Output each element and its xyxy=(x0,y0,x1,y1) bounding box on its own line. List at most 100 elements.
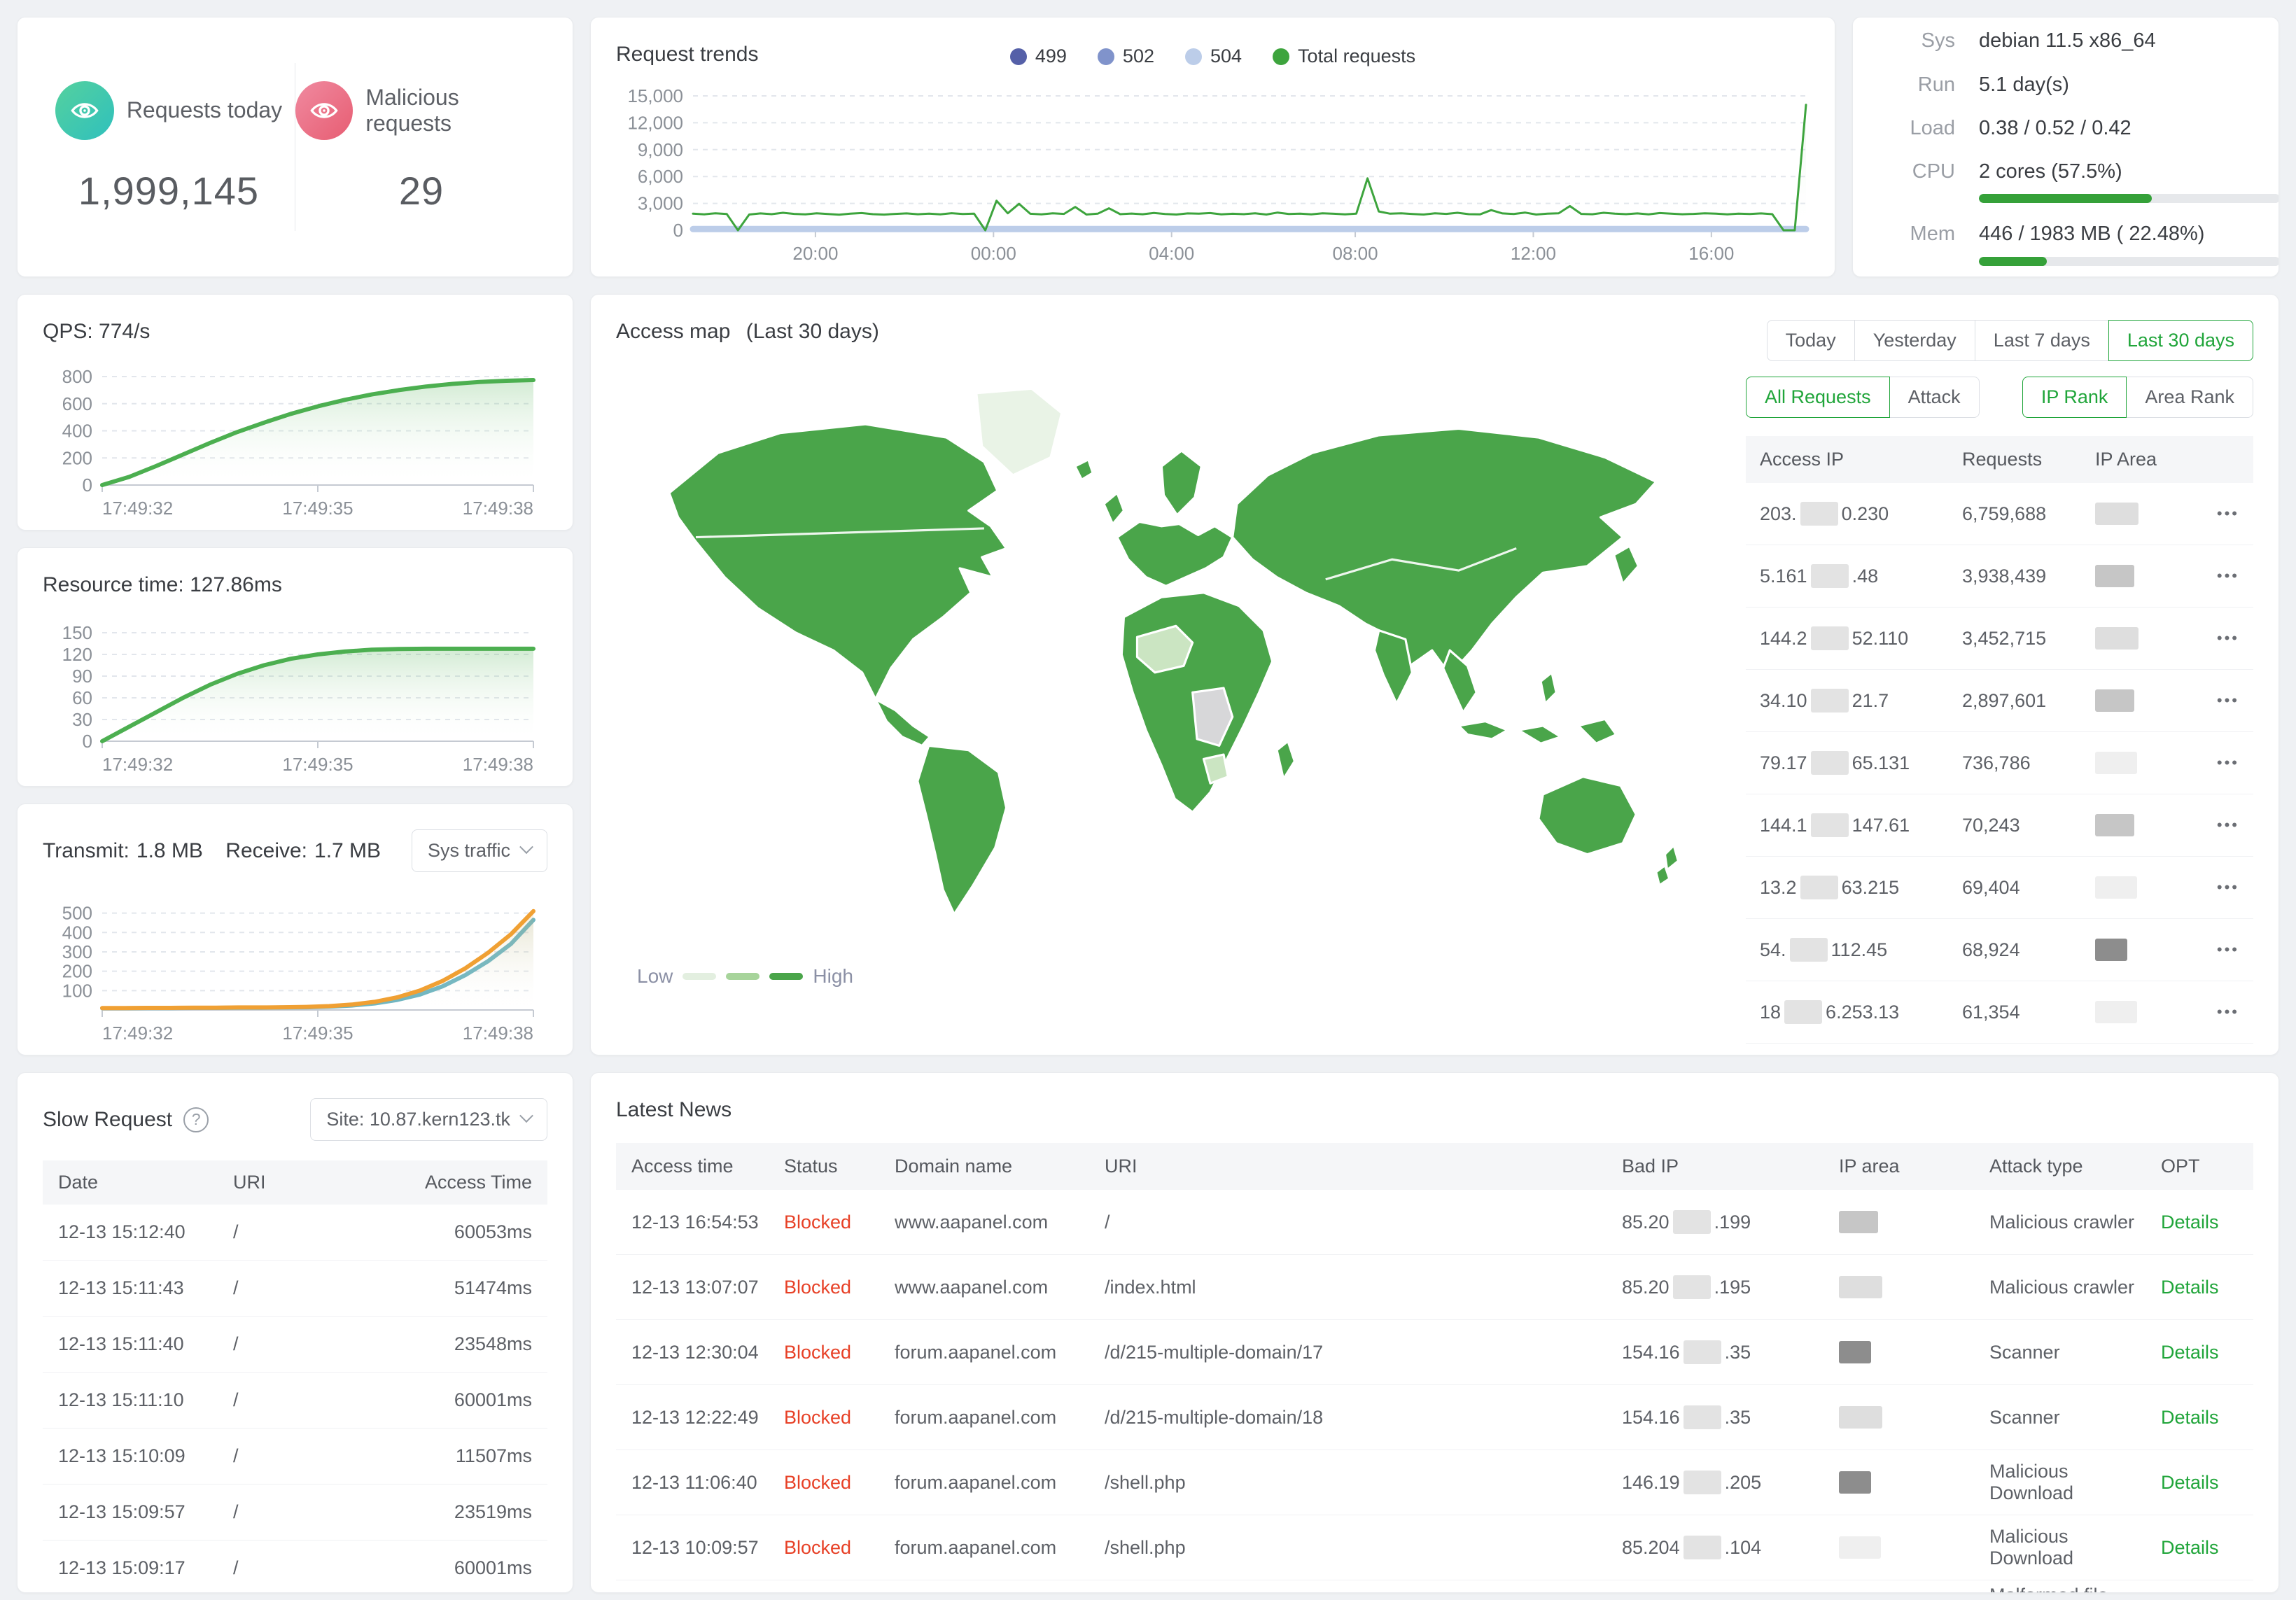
status-badge: Blocked xyxy=(784,1277,888,1298)
sysinfo-label: Sys xyxy=(1878,28,1955,53)
more-menu-icon[interactable]: ••• xyxy=(2193,1003,2239,1021)
tab-last-30-days[interactable]: Last 30 days xyxy=(2108,320,2253,361)
malicious-requests-stat: Malicious requests 29 xyxy=(295,81,547,213)
latest-news-table: Access timeStatusDomain nameURIBad IPIP … xyxy=(616,1143,2253,1593)
site-dropdown[interactable]: Site: 10.87.kern123.tk xyxy=(310,1098,547,1141)
request-count: 6,759,688 xyxy=(1962,503,2095,525)
legend-label: 502 xyxy=(1123,45,1154,67)
svg-text:300: 300 xyxy=(62,941,92,962)
table-row: 144.252.1103,452,715••• xyxy=(1746,608,2253,670)
status-badge: Blocked xyxy=(784,1472,888,1494)
details-link[interactable]: Details xyxy=(2161,1537,2238,1559)
news-time: 12-13 12:30:04 xyxy=(631,1342,777,1363)
redacted-area xyxy=(1839,1211,1878,1233)
access-ip-table: Access IPRequestsIP Area203.0.2306,759,6… xyxy=(1746,436,2253,1044)
traffic-source-dropdown[interactable]: Sys traffic xyxy=(412,829,547,872)
requests-today-value: 1,999,145 xyxy=(78,168,259,213)
help-icon[interactable]: ? xyxy=(183,1107,209,1132)
tab-last-7-days[interactable]: Last 7 days xyxy=(1975,320,2109,361)
slow-uri: / xyxy=(233,1333,364,1355)
redacted-ip-segment xyxy=(1800,876,1838,899)
svg-text:0: 0 xyxy=(83,731,92,752)
bad-ip: 154.16.35 xyxy=(1622,1405,1832,1429)
status-badge: Blocked xyxy=(784,1212,888,1233)
sysinfo-label: Mem xyxy=(1878,221,1955,246)
table-row: 34.1021.72,897,601••• xyxy=(1746,670,2253,732)
details-link[interactable]: Details xyxy=(2161,1407,2238,1429)
more-menu-icon[interactable]: ••• xyxy=(2193,505,2239,523)
news-table-header: Access timeStatusDomain nameURIBad IPIP … xyxy=(616,1143,2253,1190)
ip-suffix: .104 xyxy=(1725,1537,1762,1558)
ip-suffix: .35 xyxy=(1725,1407,1751,1428)
resource-time-card: Resource time: 127.86ms 030609012015017:… xyxy=(17,547,573,787)
table-row: 203.0.2306,759,688••• xyxy=(1746,483,2253,545)
more-menu-icon[interactable]: ••• xyxy=(2193,754,2239,772)
access-ip: 54.112.45 xyxy=(1760,938,1962,962)
details-link[interactable]: Details xyxy=(2161,1212,2238,1233)
map-density-legend: Low High xyxy=(637,965,1725,988)
ip-area xyxy=(2095,814,2193,837)
ip-rank-panel: TodayYesterdayLast 7 daysLast 30 days Al… xyxy=(1746,320,2253,1030)
more-menu-icon[interactable]: ••• xyxy=(2193,878,2239,897)
request-trends-legend: 499502504Total requests xyxy=(591,45,1835,67)
more-menu-icon[interactable]: ••• xyxy=(2193,941,2239,959)
request-count: 736,786 xyxy=(1962,752,2095,774)
tab-ip-rank[interactable]: IP Rank xyxy=(2022,377,2127,418)
redacted-area xyxy=(2095,939,2127,961)
table-row: Malformed file xyxy=(616,1580,2253,1593)
low-swatch xyxy=(682,973,716,980)
table-row: 12-13 15:09:57/23519ms xyxy=(43,1485,547,1541)
resource-time-title: Resource time: 127.86ms xyxy=(43,573,547,597)
qps-chart: 020040060080017:49:3217:49:3517:49:38 xyxy=(43,368,547,519)
details-link[interactable]: Details xyxy=(2161,1342,2238,1363)
legend-high-label: High xyxy=(813,965,853,988)
news-time: 12-13 12:22:49 xyxy=(631,1407,777,1429)
slow-access-time: 23519ms xyxy=(364,1501,532,1523)
sysinfo-label: CPU xyxy=(1878,159,1955,184)
svg-text:17:49:38: 17:49:38 xyxy=(463,498,533,519)
tab-all-requests[interactable]: All Requests xyxy=(1746,377,1890,418)
legend-item: 502 xyxy=(1098,45,1154,67)
ip-table-header: Access IPRequestsIP Area xyxy=(1746,436,2253,483)
ip-prefix: 154.16 xyxy=(1622,1342,1680,1363)
more-menu-icon[interactable]: ••• xyxy=(2193,816,2239,834)
redacted-area xyxy=(1839,1471,1871,1494)
redacted-ip-segment xyxy=(1684,1405,1721,1429)
svg-text:400: 400 xyxy=(62,421,92,442)
more-menu-icon[interactable]: ••• xyxy=(2193,629,2239,647)
details-link[interactable]: Details xyxy=(2161,1472,2238,1494)
attack-type: Malicious Download xyxy=(1989,1461,2154,1504)
ip-area xyxy=(2095,939,2193,962)
legend-item: Total requests xyxy=(1273,45,1415,67)
redacted-ip-segment xyxy=(1673,1275,1711,1299)
tab-yesterday[interactable]: Yesterday xyxy=(1854,320,1975,361)
world-map[interactable] xyxy=(616,351,1725,946)
redacted-area xyxy=(1839,1276,1882,1298)
table-row: 12-13 12:22:49Blockedforum.aapanel.com/d… xyxy=(616,1385,2253,1450)
more-menu-icon[interactable]: ••• xyxy=(2193,692,2239,710)
slow-request-title: Slow Request xyxy=(43,1108,172,1132)
table-row: 13.263.21569,404••• xyxy=(1746,857,2253,919)
slow-uri: / xyxy=(233,1389,364,1411)
bad-ip: 85.20.195 xyxy=(1622,1275,1832,1299)
column-header: Status xyxy=(784,1156,888,1177)
redacted-ip-segment xyxy=(1684,1536,1721,1559)
column-header: Requests xyxy=(1962,449,2095,470)
news-time: 12-13 16:54:53 xyxy=(631,1212,777,1233)
news-uri: /d/215-multiple-domain/17 xyxy=(1105,1342,1615,1363)
svg-text:0: 0 xyxy=(673,220,683,241)
attack-type: Malicious crawler xyxy=(1989,1277,2154,1298)
slow-uri: / xyxy=(233,1501,364,1523)
ip-suffix: .48 xyxy=(1852,566,1879,587)
details-link[interactable]: Details xyxy=(2161,1277,2238,1298)
table-row: 79.1765.131736,786••• xyxy=(1746,732,2253,794)
tab-area-rank[interactable]: Area Rank xyxy=(2126,377,2253,418)
news-uri: /shell.php xyxy=(1105,1537,1615,1559)
column-header: URI xyxy=(233,1172,364,1193)
tab-today[interactable]: Today xyxy=(1767,320,1855,361)
tab-attack[interactable]: Attack xyxy=(1889,377,1980,418)
more-menu-icon[interactable]: ••• xyxy=(2193,567,2239,585)
news-time: 12-13 13:07:07 xyxy=(631,1277,777,1298)
access-ip: 34.1021.7 xyxy=(1760,689,1962,713)
column-header: Bad IP xyxy=(1622,1156,1832,1177)
